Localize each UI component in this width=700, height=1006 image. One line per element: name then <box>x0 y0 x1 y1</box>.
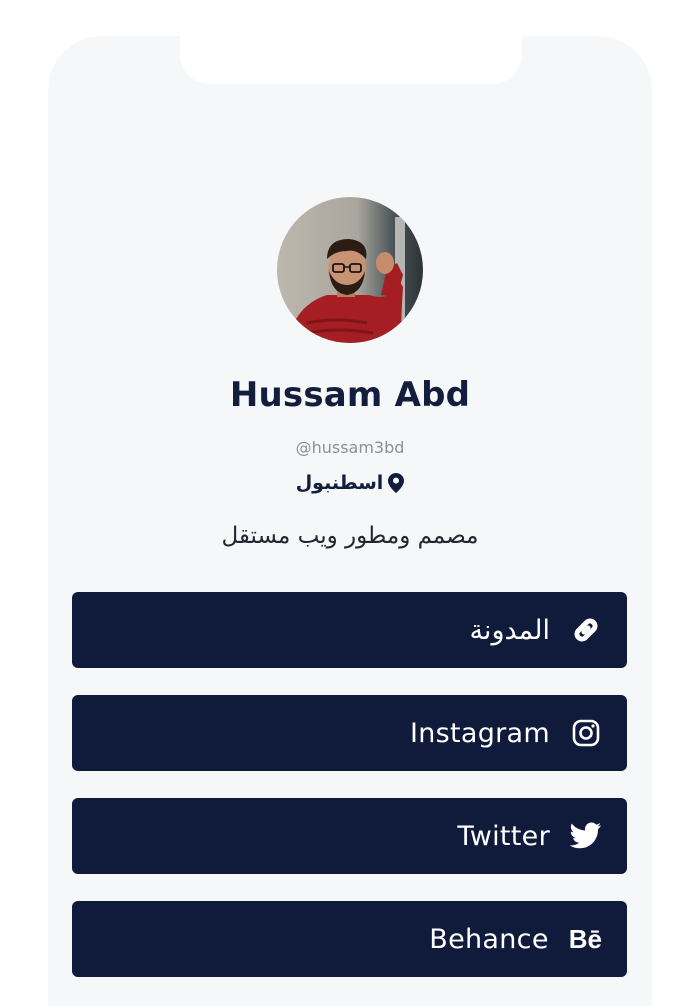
link-icon <box>570 614 602 646</box>
link-button-behance[interactable]: Behance Bē <box>72 901 627 977</box>
profile-location: اسطنبول <box>48 472 652 494</box>
link-button-blog[interactable]: المدونة <box>72 592 627 668</box>
link-label: Twitter <box>457 820 550 852</box>
twitter-icon <box>570 820 602 852</box>
link-button-twitter[interactable]: Twitter <box>72 798 627 874</box>
link-list: المدونة Instagram Twitter Behance Bē <box>72 592 627 1004</box>
link-label: Instagram <box>409 717 550 749</box>
map-pin-icon <box>388 473 405 493</box>
avatar[interactable] <box>277 197 423 343</box>
phone-frame: Hussam Abd @hussam3bd اسطنبول مصمم ومطور… <box>48 36 652 1006</box>
instagram-icon <box>570 717 602 749</box>
profile-bio: مصمم ومطور ويب مستقل <box>221 523 479 549</box>
behance-icon: Bē <box>568 923 602 954</box>
location-label: اسطنبول <box>295 472 384 494</box>
link-label: Behance <box>429 923 549 955</box>
profile-name: Hussam Abd <box>229 375 471 415</box>
profile-handle: @hussam3bd <box>295 438 405 457</box>
link-button-instagram[interactable]: Instagram <box>72 695 627 771</box>
link-label: المدونة <box>469 614 550 646</box>
phone-notch <box>180 36 522 84</box>
